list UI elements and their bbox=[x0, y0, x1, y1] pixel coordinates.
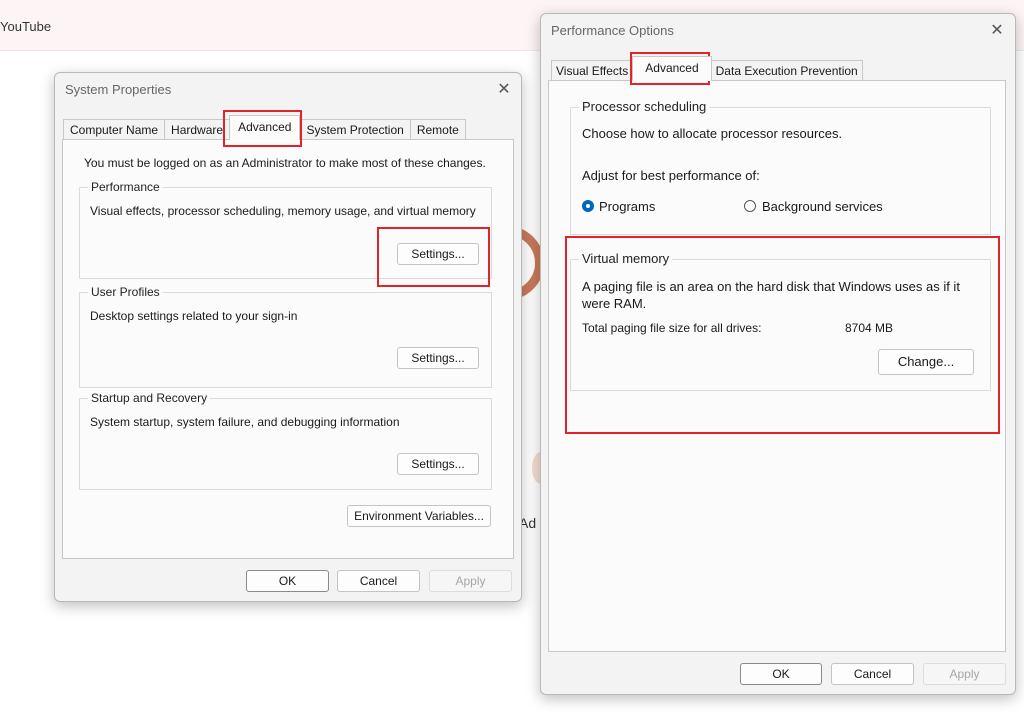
tab-strip: Visual Effects Advanced Data Execution P… bbox=[551, 56, 863, 81]
total-paging-size-value: 8704 MB bbox=[845, 321, 894, 335]
close-icon[interactable]: ✕ bbox=[494, 80, 514, 100]
cancel-button[interactable]: Cancel bbox=[337, 570, 420, 592]
background-services-radio[interactable] bbox=[744, 200, 756, 212]
user-profiles-legend: User Profiles bbox=[88, 285, 163, 299]
startup-recovery-settings-button[interactable]: Settings... bbox=[397, 453, 479, 475]
system-properties-dialog: System Properties ✕ Computer Name Hardwa… bbox=[54, 72, 522, 602]
apply-button[interactable]: Apply bbox=[429, 570, 512, 592]
dialog-title: Performance Options bbox=[551, 23, 674, 38]
tab-hardware[interactable]: Hardware bbox=[164, 119, 231, 140]
performance-options-dialog: Performance Options ✕ Visual Effects Adv… bbox=[540, 13, 1016, 695]
apply-button[interactable]: Apply bbox=[923, 663, 1006, 685]
paging-file-description-line1: A paging file is an area on the hard dis… bbox=[582, 279, 960, 294]
environment-variables-button[interactable]: Environment Variables... bbox=[347, 505, 491, 527]
startup-recovery-legend: Startup and Recovery bbox=[88, 391, 211, 405]
tab-panel: You must be logged on as an Administrato… bbox=[62, 139, 514, 559]
performance-description: Visual effects, processor scheduling, me… bbox=[90, 204, 476, 218]
user-profiles-settings-button[interactable]: Settings... bbox=[397, 347, 479, 369]
tab-data-execution-prevention[interactable]: Data Execution Prevention bbox=[710, 60, 863, 81]
dialog-title: System Properties bbox=[65, 82, 172, 97]
startup-recovery-group: Startup and Recovery System startup, sys… bbox=[79, 391, 492, 490]
background-services-radio-label[interactable]: Background services bbox=[762, 199, 883, 214]
tab-system-protection[interactable]: System Protection bbox=[299, 119, 411, 140]
admin-note: You must be logged on as an Administrato… bbox=[84, 156, 486, 170]
processor-scheduling-intro: Choose how to allocate processor resourc… bbox=[582, 126, 843, 141]
paging-file-description-line2: were RAM. bbox=[582, 296, 647, 311]
tab-advanced[interactable]: Advanced bbox=[632, 56, 712, 81]
tab-strip: Computer Name Hardware Advanced System P… bbox=[63, 115, 466, 140]
tab-visual-effects[interactable]: Visual Effects bbox=[551, 60, 634, 81]
close-icon[interactable]: ✕ bbox=[987, 21, 1007, 41]
processor-scheduling-group: Processor scheduling Choose how to alloc… bbox=[570, 99, 991, 235]
tab-advanced[interactable]: Advanced bbox=[229, 115, 301, 140]
processor-scheduling-legend: Processor scheduling bbox=[579, 99, 710, 114]
startup-recovery-description: System startup, system failure, and debu… bbox=[90, 415, 400, 429]
tab-panel: Processor scheduling Choose how to alloc… bbox=[548, 80, 1006, 652]
programs-radio[interactable] bbox=[582, 200, 594, 212]
performance-group: Performance Visual effects, processor sc… bbox=[79, 180, 492, 279]
ok-button[interactable]: OK bbox=[246, 570, 329, 592]
performance-legend: Performance bbox=[88, 180, 163, 194]
best-performance-label: Adjust for best performance of: bbox=[582, 168, 760, 183]
user-profiles-group: User Profiles Desktop settings related t… bbox=[79, 285, 492, 388]
total-paging-size-label: Total paging file size for all drives: bbox=[582, 321, 762, 335]
programs-radio-label[interactable]: Programs bbox=[599, 199, 655, 214]
tab-remote[interactable]: Remote bbox=[409, 119, 466, 140]
virtual-memory-group: Virtual memory A paging file is an area … bbox=[570, 251, 991, 391]
ok-button[interactable]: OK bbox=[740, 663, 822, 685]
virtual-memory-legend: Virtual memory bbox=[579, 251, 673, 266]
user-profiles-description: Desktop settings related to your sign-in bbox=[90, 309, 298, 323]
tab-computer-name[interactable]: Computer Name bbox=[63, 119, 166, 140]
performance-settings-button[interactable]: Settings... bbox=[397, 243, 479, 265]
youtube-tab-label[interactable]: YouTube bbox=[0, 19, 51, 34]
cancel-button[interactable]: Cancel bbox=[831, 663, 914, 685]
change-button[interactable]: Change... bbox=[878, 349, 974, 375]
